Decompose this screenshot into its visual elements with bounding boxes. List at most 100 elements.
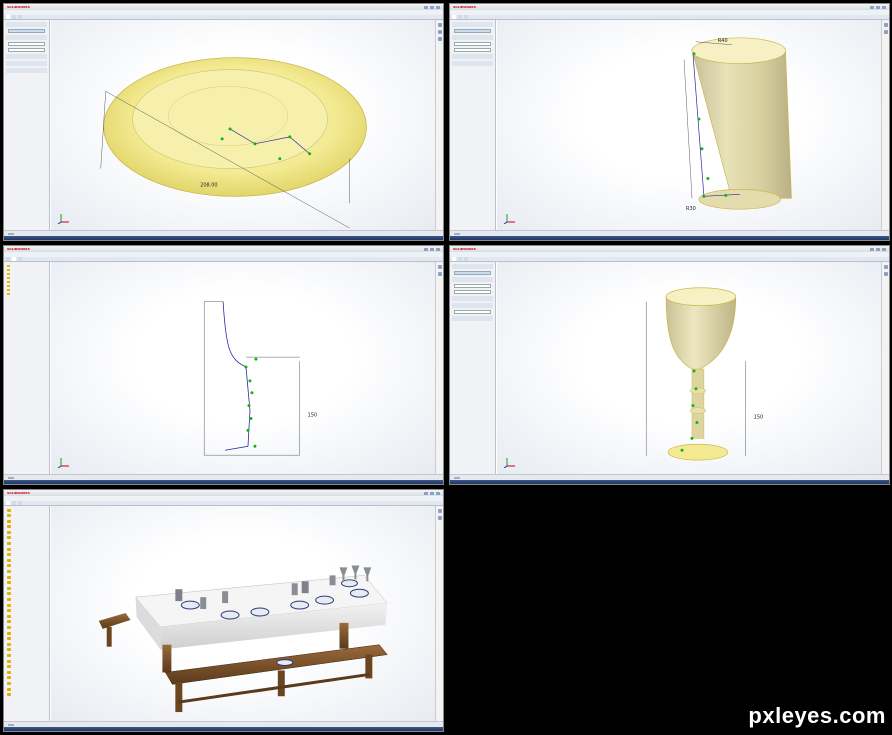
dimension-diameter[interactable]: 208.00 [200, 182, 217, 188]
window-controls[interactable] [870, 5, 886, 9]
tab-model[interactable] [454, 232, 460, 235]
library-icon[interactable] [883, 272, 888, 276]
selection-field[interactable] [454, 29, 491, 33]
graphics-area[interactable]: 208.00 [51, 20, 435, 230]
windows-taskbar[interactable] [450, 236, 889, 240]
section-header[interactable] [6, 61, 47, 66]
tab-evaluate[interactable] [464, 15, 468, 19]
tab-features[interactable] [452, 15, 456, 19]
tab-sketch[interactable] [12, 15, 16, 19]
glass-model[interactable]: R40 R30 [497, 20, 881, 230]
direction-field[interactable] [454, 284, 491, 288]
window-controls[interactable] [424, 491, 440, 495]
option-field[interactable] [454, 310, 491, 314]
section-header[interactable] [452, 35, 493, 40]
task-pane[interactable] [435, 506, 443, 721]
close-icon[interactable] [436, 491, 440, 495]
library-icon[interactable] [437, 516, 442, 520]
tab-sketch[interactable] [18, 501, 22, 505]
task-pane[interactable] [435, 262, 443, 474]
tab-assembly[interactable] [6, 501, 10, 505]
dimension-top[interactable]: R40 [718, 38, 728, 44]
maximize-icon[interactable] [876, 5, 880, 9]
goblet-model[interactable]: 150 [497, 262, 881, 474]
tab-features[interactable] [452, 257, 456, 261]
maximize-icon[interactable] [430, 491, 434, 495]
property-manager[interactable] [450, 262, 496, 474]
selection-field[interactable] [8, 29, 45, 33]
maximize-icon[interactable] [430, 5, 434, 9]
windows-taskbar[interactable] [4, 480, 443, 484]
section-header[interactable] [452, 22, 493, 27]
direction-field[interactable] [454, 42, 491, 46]
minimize-icon[interactable] [424, 491, 428, 495]
section-header[interactable] [452, 61, 493, 66]
library-icon[interactable] [883, 30, 888, 34]
dimension-bottom[interactable]: R30 [686, 206, 696, 212]
section-header[interactable] [452, 303, 493, 308]
close-icon[interactable] [436, 5, 440, 9]
close-icon[interactable] [882, 247, 886, 251]
tab-features[interactable] [6, 257, 10, 261]
tab-model[interactable] [8, 476, 14, 479]
tab-features[interactable] [6, 15, 10, 19]
table-assembly-model[interactable] [51, 506, 435, 721]
section-header[interactable] [6, 54, 47, 59]
tab-model[interactable] [454, 476, 460, 479]
direction-field[interactable] [8, 42, 45, 46]
library-icon[interactable] [437, 30, 442, 34]
minimize-icon[interactable] [870, 5, 874, 9]
section-header[interactable] [452, 277, 493, 282]
section-header[interactable] [6, 22, 47, 27]
resources-icon[interactable] [883, 23, 888, 27]
windows-taskbar[interactable] [450, 480, 889, 484]
angle-field[interactable] [454, 48, 491, 52]
tree-item[interactable] [5, 692, 48, 698]
graphics-area[interactable]: 150 [51, 262, 435, 474]
feature-tree[interactable] [4, 506, 50, 721]
tab-evaluate[interactable] [464, 257, 468, 261]
resources-icon[interactable] [437, 509, 442, 513]
task-pane[interactable] [435, 20, 443, 230]
window-controls[interactable] [424, 247, 440, 251]
graphics-area[interactable]: 150 [497, 262, 881, 474]
tree-item[interactable] [6, 292, 47, 296]
minimize-icon[interactable] [424, 247, 428, 251]
angle-field[interactable] [8, 48, 45, 52]
section-header[interactable] [452, 264, 493, 269]
close-icon[interactable] [436, 247, 440, 251]
task-pane[interactable] [881, 262, 889, 474]
maximize-icon[interactable] [876, 247, 880, 251]
explorer-icon[interactable] [437, 37, 442, 41]
tab-sketch[interactable] [458, 15, 462, 19]
resources-icon[interactable] [883, 265, 888, 269]
property-manager[interactable] [450, 20, 496, 230]
windows-taskbar[interactable] [4, 236, 443, 240]
tab-evaluate[interactable] [18, 257, 22, 261]
tab-sketch[interactable] [12, 257, 16, 261]
graphics-area[interactable] [51, 506, 435, 721]
feature-tree[interactable] [4, 262, 50, 474]
tab-layout[interactable] [12, 501, 16, 505]
dimension-height[interactable]: 150 [308, 413, 317, 419]
resources-icon[interactable] [437, 265, 442, 269]
goblet-profile-sketch[interactable]: 150 [51, 262, 435, 474]
section-header[interactable] [452, 316, 493, 321]
section-header[interactable] [6, 68, 47, 73]
section-header[interactable] [452, 54, 493, 59]
graphics-area[interactable]: R40 R30 [497, 20, 881, 230]
angle-field[interactable] [454, 290, 491, 294]
dimension-height[interactable]: 150 [754, 415, 763, 421]
tab-sketch[interactable] [458, 257, 462, 261]
property-manager[interactable] [4, 20, 50, 230]
section-header[interactable] [6, 35, 47, 40]
minimize-icon[interactable] [870, 247, 874, 251]
resources-icon[interactable] [437, 23, 442, 27]
tab-evaluate[interactable] [18, 15, 22, 19]
tab-model[interactable] [8, 232, 14, 235]
selection-field[interactable] [454, 271, 491, 275]
window-controls[interactable] [424, 5, 440, 9]
library-icon[interactable] [437, 272, 442, 276]
close-icon[interactable] [882, 5, 886, 9]
task-pane[interactable] [881, 20, 889, 230]
